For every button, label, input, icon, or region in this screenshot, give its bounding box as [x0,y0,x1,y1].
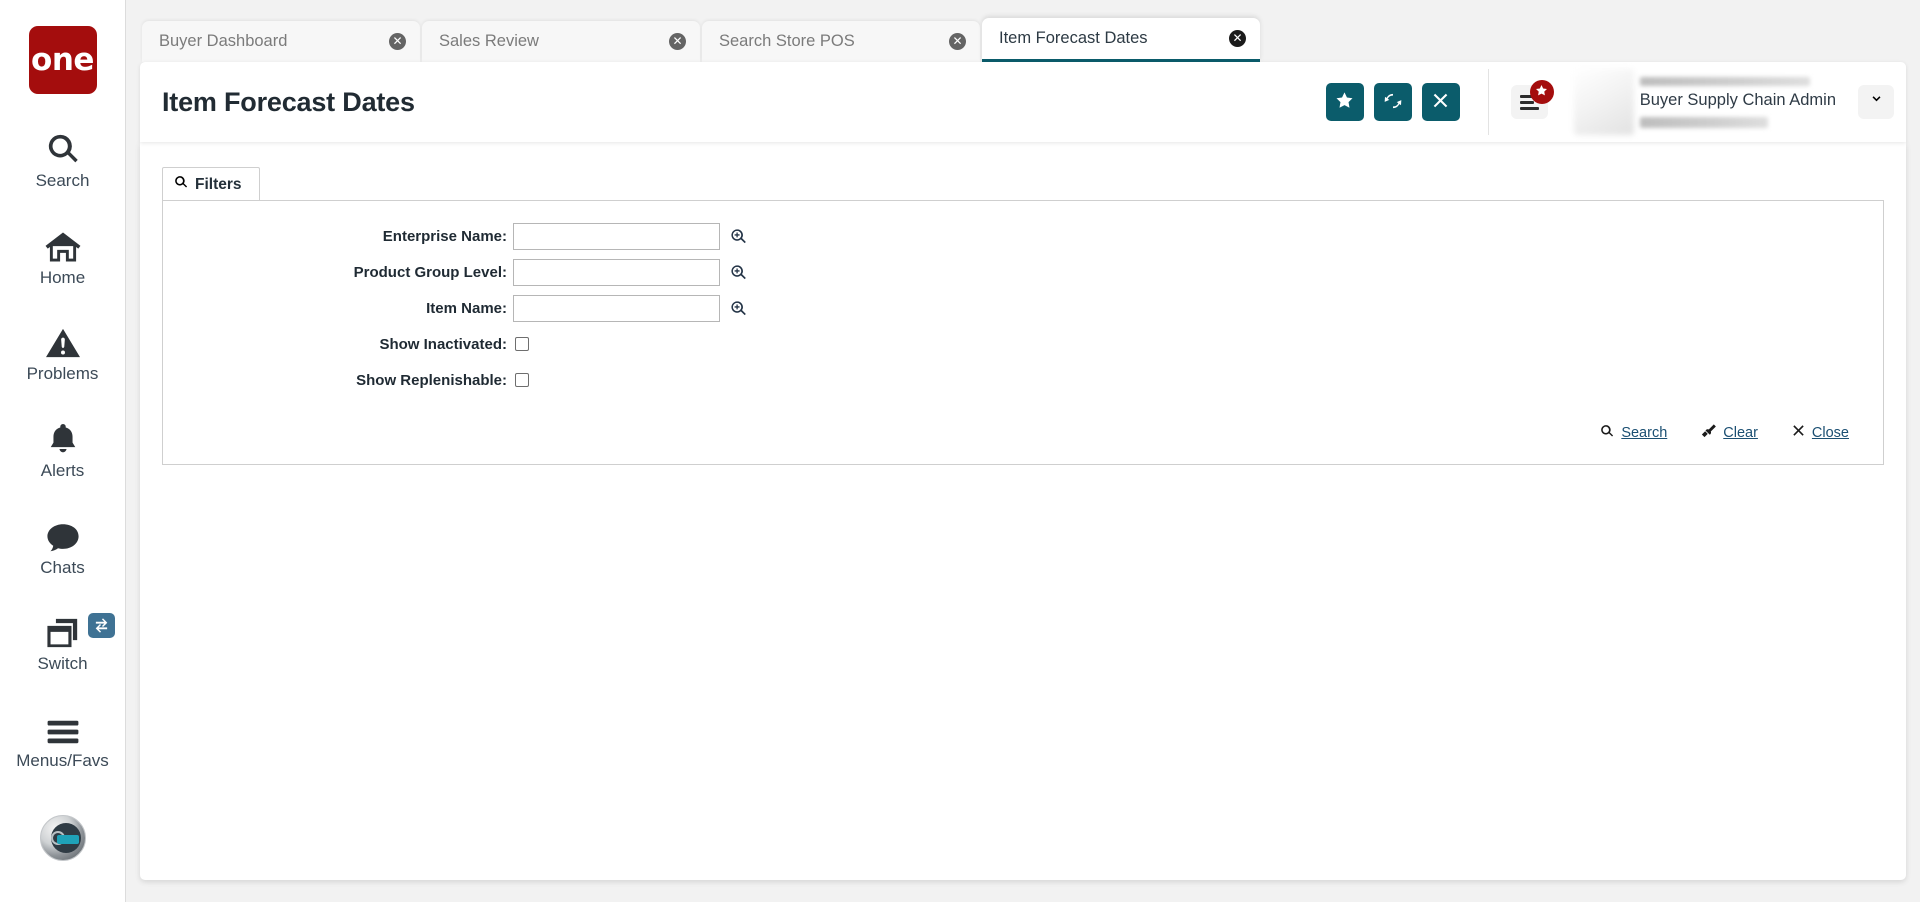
filters-panel-body: Enterprise Name: Product Group Level: It… [162,200,1884,465]
star-icon [1335,91,1354,113]
sidebar-item-label: Menus/Favs [16,751,109,771]
search-icon [174,175,188,194]
filter-row-item-name: Item Name: [163,293,1857,323]
tab-buyer-dashboard[interactable]: Buyer Dashboard ✕ [142,21,420,62]
filters-panel-title: Filters [195,175,242,193]
item-name-input[interactable] [513,294,720,322]
product-group-level-label: Product Group Level: [353,263,507,281]
tab-sales-review[interactable]: Sales Review ✕ [422,21,700,62]
content-card: Filters Enterprise Name: Product Group L… [140,142,1906,880]
search-link[interactable]: Search [1600,423,1667,442]
sidebar-item-label: Problems [26,364,99,384]
broom-icon [1701,423,1717,442]
sidebar-item-label: Search [35,171,90,190]
product-group-level-input[interactable] [513,258,720,286]
close-circle-icon[interactable]: ✕ [949,33,966,50]
switch-windows-icon [46,611,80,649]
sidebar-item-search[interactable]: Search [0,128,126,191]
close-circle-icon[interactable]: ✕ [1229,30,1246,47]
show-inactivated-label: Show Inactivated: [379,335,507,353]
chat-bubble-icon [46,515,80,553]
x-icon [1432,92,1449,112]
sidebar-item-menus-favs[interactable]: Menus/Favs [0,708,126,771]
close-link[interactable]: Close [1792,423,1849,442]
robot-assistant-avatar[interactable] [39,814,86,861]
search-link-label: Search [1621,424,1668,441]
chevron-down-icon [1869,92,1884,112]
show-replenishable-checkbox[interactable] [515,373,529,387]
close-button[interactable] [1421,83,1460,121]
sidebar-item-problems[interactable]: Problems [0,321,126,384]
hamburger-icon [46,708,80,746]
close-link-label: Close [1811,424,1849,441]
sidebar-item-alerts[interactable]: Alerts [0,418,126,481]
tab-label: Sales Review [439,32,539,50]
magnifier-plus-icon[interactable] [728,262,748,282]
tab-item-forecast-dates[interactable]: Item Forecast Dates ✕ [982,18,1260,62]
filter-row-enterprise-name: Enterprise Name: [163,221,1857,251]
avatar [1573,69,1634,135]
user-menu-toggle[interactable] [1858,85,1894,119]
star-icon [1535,84,1548,100]
close-circle-icon[interactable]: ✕ [669,33,686,50]
filter-action-links: Search Clear Close [163,401,1857,448]
user-menu[interactable]: Buyer Supply Chain Admin [1573,62,1906,142]
show-replenishable-label: Show Replenishable: [356,371,507,389]
user-details: Buyer Supply Chain Admin [1639,69,1836,135]
tab-strip: Buyer Dashboard ✕ Sales Review ✕ Search … [126,0,1920,62]
page-header: Item Forecast Dates Buyer Supply Chain A… [140,62,1906,142]
home-icon [45,225,81,263]
sidebar-item-label: Switch [37,654,88,674]
tab-label: Buyer Dashboard [159,32,288,50]
magnifier-plus-icon[interactable] [728,226,748,246]
user-role-label: Buyer Supply Chain Admin [1639,90,1836,109]
x-icon [1792,424,1805,441]
favorites-badge [1529,80,1554,104]
filter-row-product-group-level: Product Group Level: [163,257,1857,287]
enterprise-name-input[interactable] [513,222,720,250]
user-name-redacted [1639,76,1810,86]
sidebar-item-home[interactable]: Home [0,225,126,288]
tab-label: Search Store POS [719,32,855,50]
close-circle-icon[interactable]: ✕ [389,33,406,50]
favorite-button[interactable] [1325,83,1364,121]
one-network-logo[interactable]: one [28,26,97,94]
main-area: Buyer Dashboard ✕ Sales Review ✕ Search … [126,0,1920,902]
tab-search-store-pos[interactable]: Search Store POS ✕ [702,21,980,62]
filters-panel-tab[interactable]: Filters [162,167,260,201]
refresh-icon [1383,91,1403,114]
sidebar-item-chats[interactable]: Chats [0,515,126,578]
item-name-label: Item Name: [426,299,507,317]
search-icon [46,128,80,166]
header-action-buttons [1325,83,1488,121]
magnifier-plus-icon[interactable] [728,298,748,318]
tab-label: Item Forecast Dates [999,29,1148,47]
sidebar-item-label: Home [39,267,86,287]
left-navigation-rail: one Search Home Problems Alerts Chats Sw… [0,0,126,902]
sidebar-item-switch[interactable]: Switch [0,611,126,674]
user-org-redacted [1639,116,1768,128]
app-root: one Search Home Problems Alerts Chats Sw… [0,0,1920,902]
warning-triangle-icon [45,321,80,359]
header-menu-wrap [1489,80,1574,119]
clear-link-label: Clear [1723,424,1758,441]
show-inactivated-checkbox[interactable] [515,337,529,351]
refresh-button[interactable] [1373,83,1412,121]
page-title: Item Forecast Dates [162,86,415,117]
search-icon [1600,424,1614,442]
sidebar-item-label: Chats [40,557,85,577]
clear-link[interactable]: Clear [1701,423,1758,442]
header-right-cluster: Buyer Supply Chain Admin [1325,62,1906,142]
sidebar-item-label: Alerts [40,461,85,481]
filter-row-show-inactivated: Show Inactivated: [163,329,1857,359]
enterprise-name-label: Enterprise Name: [382,227,507,245]
swap-arrows-icon[interactable] [87,613,115,639]
filter-row-show-replenishable: Show Replenishable: [163,365,1857,395]
bell-icon [48,418,78,456]
